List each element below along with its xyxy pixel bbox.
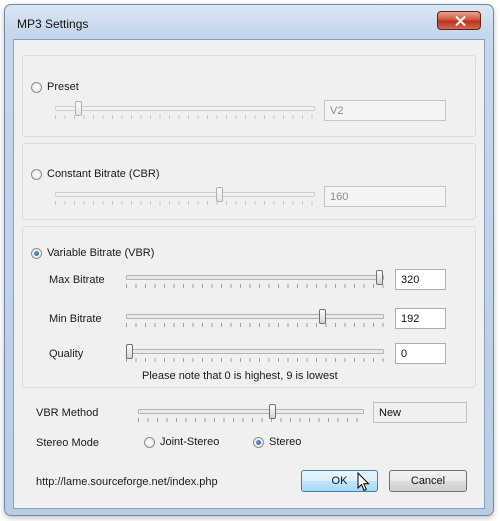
cbr-radio[interactable]: Constant Bitrate (CBR) (31, 168, 159, 180)
radio-icon (31, 168, 42, 180)
radio-icon (253, 436, 264, 448)
cbr-value-field[interactable]: 160 (324, 186, 446, 207)
preset-slider[interactable] (55, 101, 315, 121)
preset-value-field[interactable]: V2 (324, 100, 446, 121)
quality-slider[interactable] (126, 344, 384, 364)
quality-slider-thumb[interactable] (126, 344, 133, 359)
vbr-radio[interactable]: Variable Bitrate (VBR) (31, 247, 154, 259)
quality-note: Please note that 0 is highest, 9 is lowe… (142, 370, 338, 382)
preset-slider-thumb[interactable] (75, 101, 83, 116)
cbr-label: Constant Bitrate (CBR) (47, 168, 160, 180)
vbr-method-label: VBR Method (36, 407, 99, 419)
preset-group: Preset V2 (22, 55, 476, 137)
max-bitrate-field[interactable]: 320 (395, 269, 446, 290)
min-bitrate-label: Min Bitrate (49, 313, 102, 325)
quality-field[interactable]: 0 (395, 343, 446, 364)
stereo-radio[interactable]: Stereo (253, 436, 301, 448)
vbr-method-field: New (373, 402, 467, 423)
cbr-slider-thumb[interactable] (216, 187, 224, 202)
quality-label: Quality (49, 348, 84, 360)
radio-icon (31, 247, 42, 259)
min-bitrate-slider-thumb[interactable] (318, 309, 326, 324)
lame-website-link[interactable]: http://lame.sourceforge.net/index.php (36, 476, 218, 488)
mouse-pointer-icon (357, 472, 370, 492)
stereo-mode-label: Stereo Mode (36, 437, 99, 449)
vbr-method-slider-thumb[interactable] (268, 404, 276, 419)
cbr-slider[interactable] (55, 187, 315, 207)
close-icon[interactable] (437, 11, 481, 30)
joint-stereo-label: Joint-Stereo (160, 436, 220, 448)
min-bitrate-field[interactable]: 192 (395, 308, 446, 329)
max-bitrate-label: Max Bitrate (49, 274, 105, 286)
cancel-button[interactable]: Cancel (389, 470, 467, 492)
dialog-window: MP3 Settings Preset V2 Constant Bitrate … (4, 4, 494, 516)
max-bitrate-slider-thumb[interactable] (376, 270, 383, 285)
stereo-label: Stereo (269, 436, 302, 448)
radio-icon (144, 436, 155, 448)
vbr-label: Variable Bitrate (VBR) (47, 247, 155, 259)
min-bitrate-slider[interactable] (126, 309, 384, 329)
preset-label: Preset (47, 81, 79, 93)
joint-stereo-radio[interactable]: Joint-Stereo (144, 436, 219, 448)
max-bitrate-slider[interactable] (126, 270, 384, 290)
vbr-group: Variable Bitrate (VBR) Max Bitrate 320 M… (22, 226, 476, 388)
title-bar[interactable]: MP3 Settings (5, 5, 493, 35)
vbr-method-slider[interactable] (138, 404, 364, 424)
preset-radio[interactable]: Preset (31, 81, 79, 93)
cbr-group: Constant Bitrate (CBR) 160 (22, 143, 476, 220)
radio-icon (31, 81, 42, 93)
window-title: MP3 Settings (17, 17, 89, 31)
dialog-client-area: Preset V2 Constant Bitrate (CBR) 160 Var… (13, 39, 485, 509)
